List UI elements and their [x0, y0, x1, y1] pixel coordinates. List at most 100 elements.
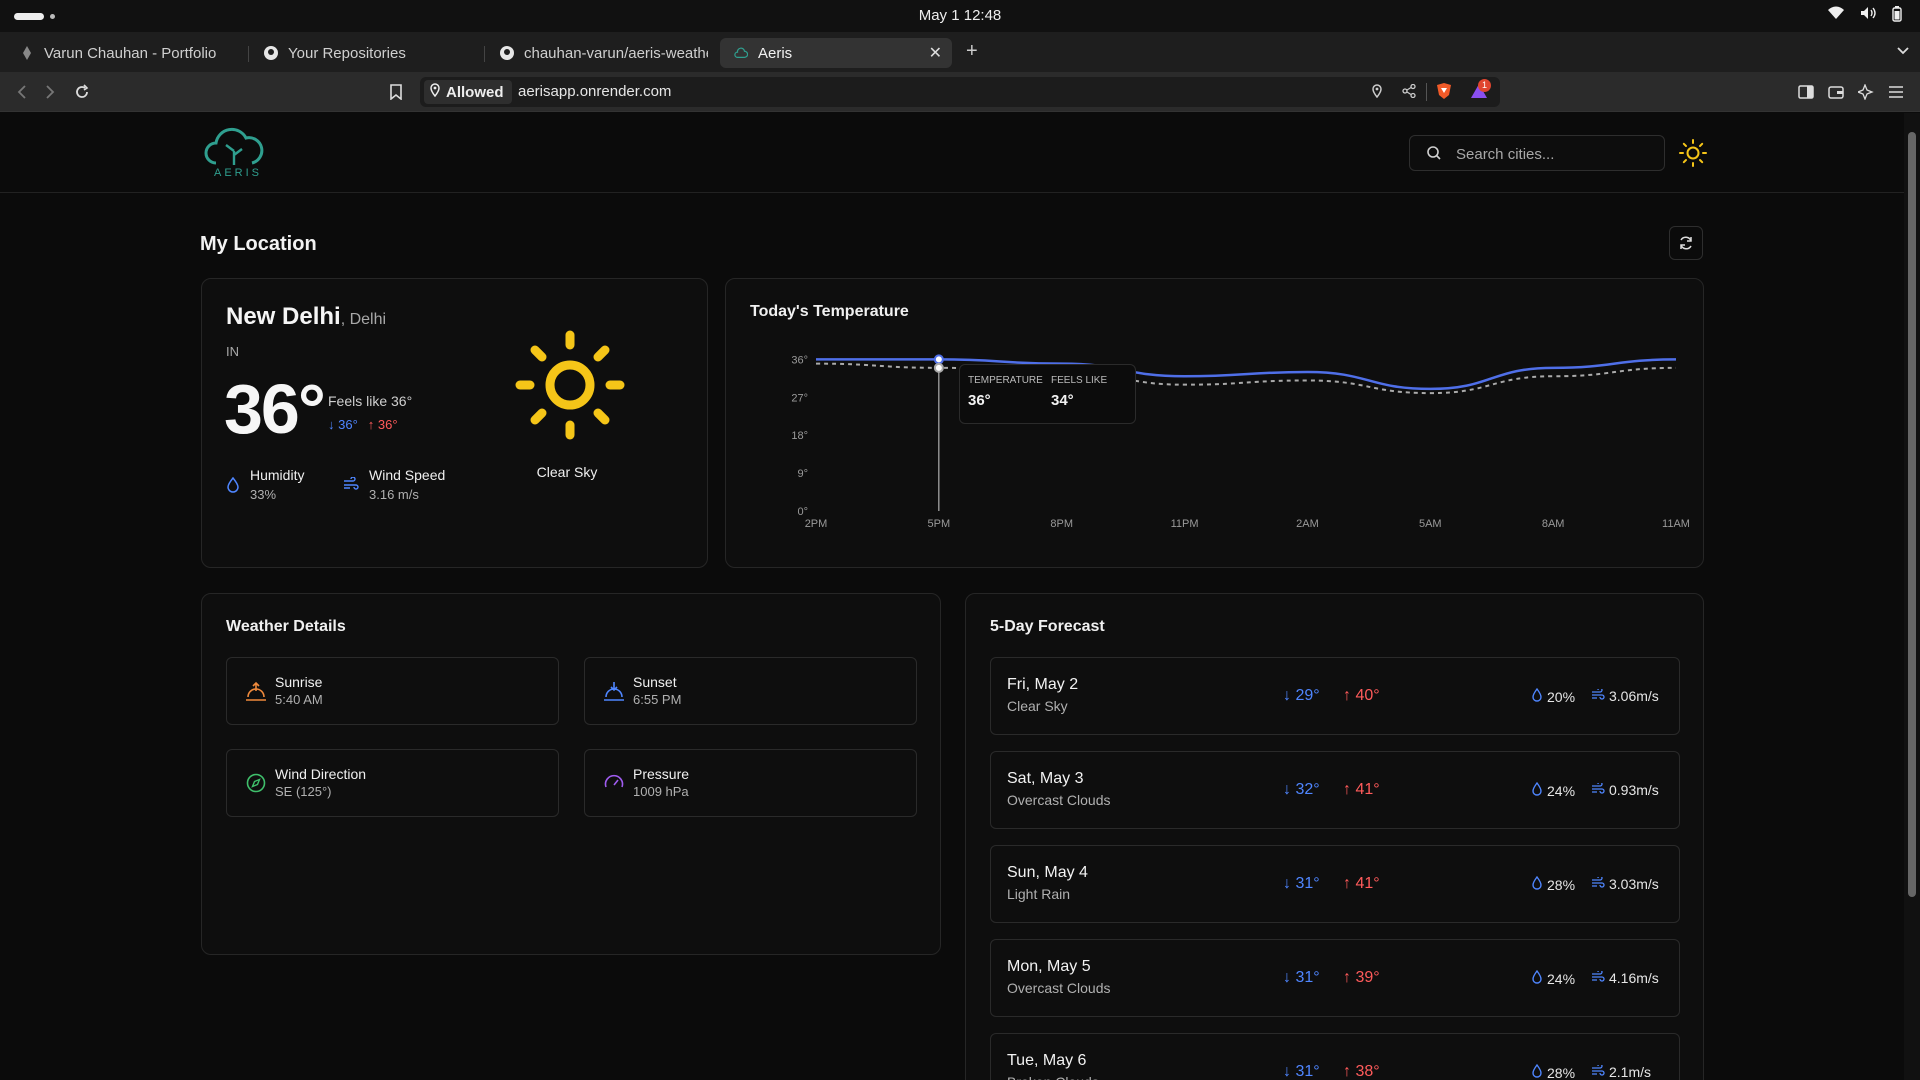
logo-wordmark: AERIS	[214, 167, 263, 179]
y-tick-label: 27°	[791, 392, 808, 404]
location-pin-icon[interactable]	[1372, 84, 1382, 103]
brave-rewards-icon[interactable]: 1	[1470, 79, 1491, 104]
wifi-icon[interactable]	[1828, 6, 1844, 26]
forecast-day: Mon, May 5	[1007, 958, 1091, 975]
notification-badge: 1	[1478, 79, 1491, 92]
forecast-wind: 3.03m/s	[1591, 875, 1659, 892]
clear-sky-sun-icon	[514, 329, 626, 446]
refresh-button[interactable]	[1669, 226, 1703, 260]
five-day-forecast-card: 5-Day Forecast Fri, May 2 Clear Sky ↓ 29° ↑…	[965, 593, 1704, 1080]
toolbar-divider	[1426, 83, 1427, 101]
tab-divider	[248, 46, 249, 62]
search-box[interactable]	[1409, 135, 1665, 171]
tab-title: Your Repositories	[288, 44, 406, 62]
wallet-icon[interactable]	[1824, 80, 1848, 104]
tab-divider	[484, 46, 485, 62]
search-icon	[1426, 145, 1442, 166]
forecast-description: Broken Clouds	[1007, 1074, 1099, 1080]
x-tick-label: 5AM	[1419, 518, 1442, 530]
system-tray[interactable]	[1828, 6, 1902, 26]
forecast-description: Light Rain	[1007, 886, 1071, 902]
url-text[interactable]: aerisapp.onrender.com	[518, 83, 671, 100]
pressure-label: Pressure	[633, 766, 690, 782]
leo-ai-icon[interactable]	[1854, 80, 1878, 104]
country-code: IN	[226, 344, 239, 359]
share-icon[interactable]	[1402, 83, 1416, 103]
forecast-min-value: 31°	[1295, 875, 1320, 892]
forecast-humidity-value: 24%	[1547, 782, 1576, 799]
wind-direction-value: SE (125°)	[275, 784, 332, 799]
city-label: New Delhi	[226, 303, 341, 330]
back-button[interactable]	[10, 80, 34, 104]
pressure-value: 1009 hPa	[633, 784, 689, 799]
forecast-day: Tue, May 6	[1007, 1052, 1087, 1069]
temperature-line-chart[interactable]: 0° 9° 18° 27° 36° 2PM 5PM 8PM 11PM 2AM 5AM 8AM 11AM	[726, 279, 1705, 569]
wind-icon	[343, 476, 359, 496]
brave-shield-icon[interactable]	[1436, 82, 1452, 105]
feels-like-hover-point[interactable]	[933, 362, 944, 373]
site-permission-chip[interactable]: Allowed	[424, 80, 512, 104]
wind-speed-stat: Wind Speed 3.16 m/s	[343, 467, 445, 502]
humidity-label: Humidity	[250, 467, 305, 483]
app-header: AERIS	[0, 113, 1904, 193]
refresh-icon	[1680, 236, 1692, 250]
current-weather-card: New Delhi, Delhi IN 36° Feels like 36° ↓…	[201, 278, 708, 568]
tab-title: chauhan-varun/aeris-weathe	[524, 44, 708, 62]
temperature-hover-point[interactable]	[933, 354, 944, 365]
system-clock[interactable]: May 1 12:48	[0, 7, 1920, 24]
forecast-min-temp: ↓ 31°	[1283, 1063, 1320, 1080]
condition-label: Clear Sky	[536, 464, 598, 480]
forecast-min-value: 32°	[1295, 781, 1320, 798]
reload-button[interactable]	[70, 80, 94, 104]
forecast-wind: 3.06m/s	[1591, 687, 1659, 704]
forecast-max-value: 39°	[1355, 969, 1380, 986]
tab-github-repo[interactable]: chauhan-varun/aeris-weathe	[486, 38, 708, 68]
forecast-max-value: 41°	[1355, 875, 1380, 892]
portfolio-favicon-icon	[20, 46, 34, 60]
x-tick-label: 5PM	[928, 518, 951, 530]
battery-icon[interactable]	[1892, 6, 1902, 26]
new-tab-button[interactable]: +	[966, 40, 978, 63]
forecast-wind-value: 2.1m/s	[1609, 1064, 1652, 1080]
tooltip-temp-value: 36°	[968, 392, 991, 409]
tab-repositories[interactable]: Your Repositories	[250, 38, 482, 68]
y-tick-label: 36°	[791, 354, 808, 366]
menu-icon[interactable]	[1884, 80, 1908, 104]
forecast-wind: 0.93m/s	[1591, 781, 1659, 798]
search-input[interactable]	[1456, 144, 1656, 164]
y-tick-label: 18°	[791, 430, 808, 442]
address-bar[interactable]: Allowed aerisapp.onrender.com 1	[420, 77, 1500, 107]
aeris-favicon-icon	[734, 46, 748, 60]
sidebar-toggle-icon[interactable]	[1794, 80, 1818, 104]
forecast-max-temp: ↑ 38°	[1343, 1063, 1380, 1080]
scrollbar-thumb[interactable]	[1908, 132, 1916, 897]
x-tick-label: 11PM	[1171, 518, 1199, 530]
max-temp-value: 36°	[377, 417, 398, 432]
forecast-row: Fri, May 2 Clear Sky ↓ 29° ↑ 40° 20% 3.06m/s	[990, 657, 1680, 735]
sunset-value: 6:55 PM	[633, 692, 682, 707]
tab-title: Varun Chauhan - Portfolio	[44, 44, 217, 62]
volume-icon[interactable]	[1860, 6, 1876, 26]
wind-icon	[1591, 875, 1605, 892]
temperature-chart-card: Today's Temperature 0° 9° 18° 27° 36° 2PM 5PM…	[725, 278, 1704, 568]
x-tick-label: 8AM	[1542, 518, 1565, 530]
forecast-min-value: 31°	[1295, 969, 1320, 986]
forecast-row: Sat, May 3 Overcast Clouds ↓ 32° ↑ 41° 24% 0.…	[990, 751, 1680, 829]
tab-portfolio[interactable]: Varun Chauhan - Portfolio	[6, 38, 246, 68]
forecast-max-value: 38°	[1355, 1063, 1380, 1080]
forecast-wind-value: 0.93m/s	[1609, 782, 1659, 798]
forecast-title: 5-Day Forecast	[990, 618, 1105, 635]
tab-title: Aeris	[758, 44, 793, 62]
theme-toggle-sun-icon[interactable]	[1678, 138, 1708, 168]
bookmark-button[interactable]	[384, 80, 408, 104]
forecast-wind-value: 3.03m/s	[1609, 876, 1659, 892]
tab-close-icon[interactable]: ✕	[929, 43, 942, 63]
wind-icon	[1591, 781, 1605, 798]
tab-aeris[interactable]: Aeris ✕	[720, 38, 952, 68]
tooltip-temp-label: TEMPERATURE	[968, 375, 1043, 386]
wind-icon	[1591, 687, 1605, 704]
forward-button[interactable]	[38, 80, 62, 104]
tab-list-chevron-down-icon[interactable]	[1896, 42, 1910, 60]
aeris-logo[interactable]: AERIS	[204, 125, 266, 183]
forecast-description: Overcast Clouds	[1007, 792, 1111, 808]
